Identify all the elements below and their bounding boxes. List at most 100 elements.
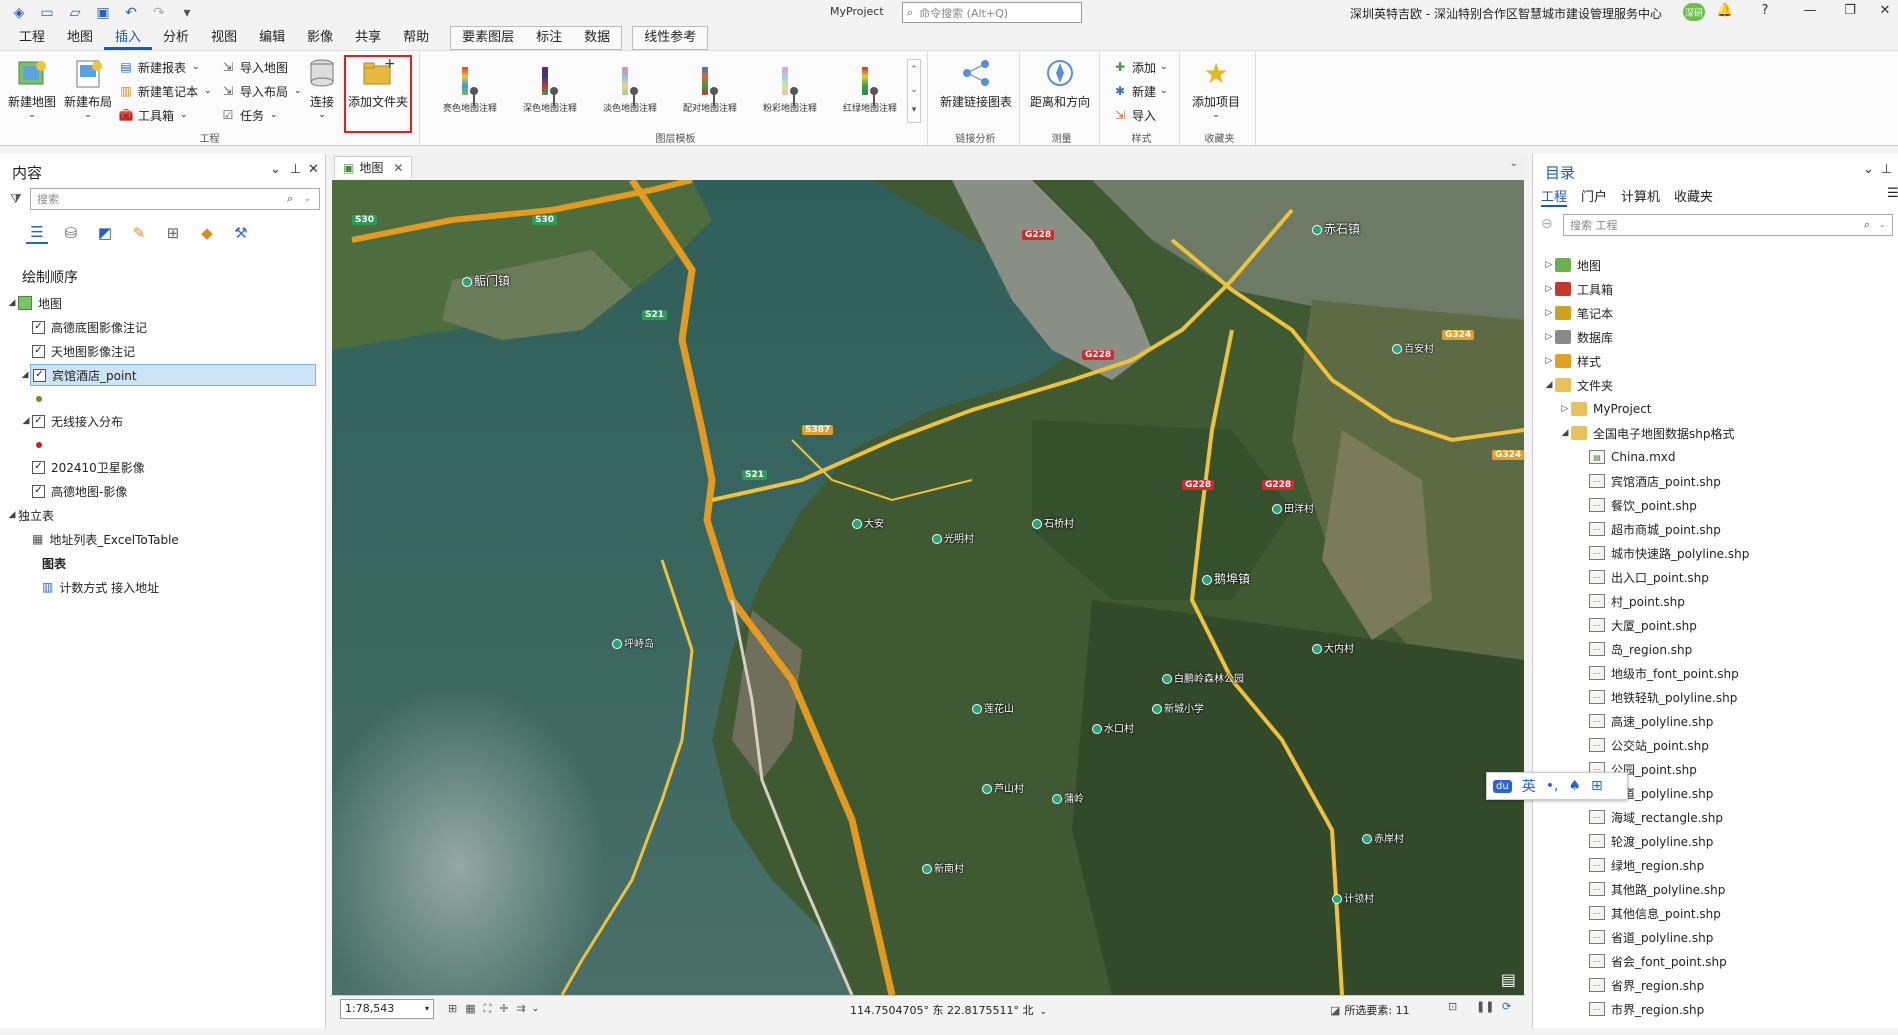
catalog-item[interactable]: ▷ 工具箱 <box>1543 278 1613 300</box>
add-style-button[interactable]: ✚ 添加 ⌄ <box>1112 57 1168 77</box>
catalog-file[interactable]: ⋯ 城市快速路_polyline.shp <box>1589 542 1749 564</box>
filter-icon[interactable]: ⧩ <box>10 192 22 207</box>
restore-button[interactable]: ❐ <box>1840 3 1860 18</box>
close-tab-icon[interactable]: ✕ <box>393 161 403 175</box>
catalog-file[interactable]: ⋯ 海域_rectangle.shp <box>1589 806 1723 828</box>
add-folder-button[interactable]: + 添加文件夹 <box>348 57 408 110</box>
catalog-file[interactable]: ⋯ 村_point.shp <box>1589 590 1685 612</box>
expand-icon[interactable]: ▷ <box>1559 404 1571 414</box>
pause-drawing-icon[interactable]: ❚❚ <box>1476 1000 1494 1013</box>
catalog-file[interactable]: ⋯ 餐饮_point.shp <box>1589 494 1697 516</box>
catalog-file[interactable]: ⋯ 省会_font_point.shp <box>1589 950 1727 972</box>
catalog-file[interactable]: ⋯ 高速_polyline.shp <box>1589 710 1713 732</box>
fixed-zoom-icon[interactable]: ⊞ <box>448 1002 457 1015</box>
catalog-file[interactable]: ⋯ 公交站_point.shp <box>1589 734 1709 756</box>
catalog-file[interactable]: ⋯ 省界_region.shp <box>1589 974 1704 996</box>
list-by-source-icon[interactable]: ⛁ <box>60 222 82 244</box>
catalog-file[interactable]: ⋯ 其他信息_point.shp <box>1589 902 1721 924</box>
new-map-button[interactable]: 新建地图 ⌄ <box>8 57 56 120</box>
catalog-menu-icon[interactable]: ☰ <box>1887 186 1898 201</box>
list-by-drawing-order-icon[interactable]: ☰ <box>26 222 48 244</box>
close-pane-icon[interactable]: ✕ <box>308 162 319 177</box>
expand-icon[interactable]: ▷ <box>1543 332 1555 342</box>
tab-edit[interactable]: 编辑 <box>248 28 296 50</box>
tab-imagery[interactable]: 影像 <box>296 28 344 50</box>
distance-direction-button[interactable]: 距离和方向 <box>1030 57 1090 110</box>
layer-checkbox[interactable]: ✓ <box>32 320 45 334</box>
layer-checkbox[interactable]: ✓ <box>32 344 45 358</box>
tab-favorites[interactable]: 收藏夹 <box>1674 186 1713 207</box>
chevron-down-icon[interactable]: ⌄ <box>532 1004 540 1014</box>
punctuation-icon[interactable]: •, <box>1546 778 1559 794</box>
expand-icon[interactable]: ▷ <box>1543 284 1555 294</box>
catalog-file[interactable]: ▤ China.mxd <box>1589 446 1676 468</box>
pin-icon[interactable]: ⊥ <box>1881 162 1892 177</box>
point-symbol[interactable] <box>36 388 42 410</box>
command-search-input[interactable]: ⌕ 命令搜索 (Alt+Q) <box>902 2 1082 23</box>
user-avatar[interactable]: 深研 <box>1683 3 1705 21</box>
list-by-snapping-icon[interactable]: ⊞ <box>162 222 184 244</box>
catalog-file[interactable]: ⋯ 地级市_font_point.shp <box>1589 662 1739 684</box>
tab-data[interactable]: 数据 <box>573 27 621 49</box>
layer-template-item[interactable]: 红绿地图注释 <box>832 61 908 114</box>
layer-row[interactable]: ✓ 天地图影像注记 <box>32 340 135 362</box>
expand-icon[interactable]: ◢ <box>6 510 18 520</box>
tab-feature-layer[interactable]: 要素图层 <box>451 27 525 49</box>
ime-language-toggle[interactable]: 英 <box>1522 776 1536 796</box>
customize-quick-access-icon[interactable]: ▾ <box>178 4 196 22</box>
chart-row[interactable]: ▥ 计数方式 接入地址 <box>42 576 159 598</box>
chevron-down-icon[interactable]: ⌄ <box>1039 1007 1047 1017</box>
contents-search-input[interactable]: 搜索 ⌕ ⌄ <box>30 188 320 210</box>
import-layout-button[interactable]: ⇲ 导入布局 ⌄ <box>220 81 302 101</box>
connect-button[interactable]: 连接 ⌄ <box>306 57 338 120</box>
list-by-selection-icon[interactable]: ◩ <box>94 222 116 244</box>
layer-checkbox[interactable]: ✓ <box>32 484 45 498</box>
skin-icon[interactable]: ♠ <box>1568 778 1581 794</box>
ime-toolbar[interactable]: du 英 •, ♠ ⊞ <box>1486 772 1628 800</box>
layer-template-item[interactable]: 粉彩地图注释 <box>752 61 828 114</box>
map-canvas[interactable]: 鲘门镇 赤石镇 鹅埠镇 百安村 莲花山 大安 光明村 田洋村 新城小学 坪峙岛 石桥村 赤岸村 大内村芦… <box>332 180 1524 995</box>
catalog-search-input[interactable]: 搜索 工程 ⌕ ⌄ <box>1563 214 1893 236</box>
import-map-button[interactable]: ⇲ 导入地图 <box>220 57 288 77</box>
tab-linear-referencing[interactable]: 线性参考 <box>633 27 707 49</box>
catalog-file[interactable]: ⋯ 超市商城_point.shp <box>1589 518 1721 540</box>
table-row[interactable]: ▦ 地址列表_ExcelToTable <box>32 528 179 550</box>
scale-selector[interactable]: 1:78,543 ▾ <box>340 998 434 1019</box>
layer-checkbox[interactable]: ✓ <box>32 414 45 428</box>
refresh-map-icon[interactable]: ⊡ <box>1448 1000 1457 1013</box>
refresh-icon[interactable]: ⟳ <box>1502 1000 1511 1013</box>
new-link-chart-button[interactable]: 新建链接图表 <box>940 57 1012 110</box>
catalog-item[interactable]: ◢ 文件夹 <box>1543 374 1613 396</box>
expand-icon[interactable]: ◢ <box>20 416 32 426</box>
layer-template-item[interactable]: 配对地图注释 <box>672 61 748 114</box>
tab-portal[interactable]: 门户 <box>1581 186 1607 207</box>
tab-project[interactable]: 工程 <box>8 28 56 50</box>
new-report-button[interactable]: ▤ 新建报表 ⌄ <box>118 57 199 77</box>
toolbox-button[interactable]: 🧰 工具箱 ⌄ <box>118 105 188 125</box>
expand-icon[interactable]: ◢ <box>1543 380 1555 390</box>
gallery-scroll[interactable]: ⌃ ⌄ ▾ <box>907 59 921 123</box>
expand-icon[interactable]: ◢ <box>19 370 31 380</box>
expand-icon[interactable]: ◢ <box>1559 428 1571 438</box>
undo-icon[interactable]: ↶ <box>122 4 140 22</box>
catalog-file[interactable]: ⋯ 市界_region.shp <box>1589 998 1704 1020</box>
catalog-folder[interactable]: ◢ 全国电子地图数据shp格式 <box>1559 422 1734 444</box>
redo-icon[interactable]: ↷ <box>150 4 168 22</box>
notification-icon[interactable]: 🔔 <box>1715 3 1735 18</box>
layer-checkbox[interactable]: ✓ <box>33 368 46 382</box>
catalog-file[interactable]: ⋯ 省道_polyline.shp <box>1589 926 1713 948</box>
navigate-icon[interactable]: ⇉ <box>517 1002 526 1015</box>
layer-checkbox[interactable]: ✓ <box>32 460 45 474</box>
catalog-folder[interactable]: ▷ MyProject <box>1559 398 1652 420</box>
tab-project[interactable]: 工程 <box>1541 186 1568 207</box>
expand-icon[interactable]: ▷ <box>1543 308 1555 318</box>
catalog-file[interactable]: ⋯ 宾馆酒店_point.shp <box>1589 470 1721 492</box>
layer-row[interactable]: ◢ ✓ 无线接入分布 <box>20 410 123 432</box>
standalone-tables-node[interactable]: ◢ 独立表 <box>6 504 54 526</box>
new-layout-button[interactable]: 新建布局 ⌄ <box>64 57 112 120</box>
tab-insert[interactable]: 插入 <box>104 28 153 50</box>
point-symbol[interactable] <box>36 434 42 456</box>
toolbox-grid-icon[interactable]: ⊞ <box>1591 778 1603 794</box>
catalog-item[interactable]: ▷ 笔记本 <box>1543 302 1613 324</box>
add-item-button[interactable]: ★ 添加项目 ⌄ <box>1192 57 1240 121</box>
